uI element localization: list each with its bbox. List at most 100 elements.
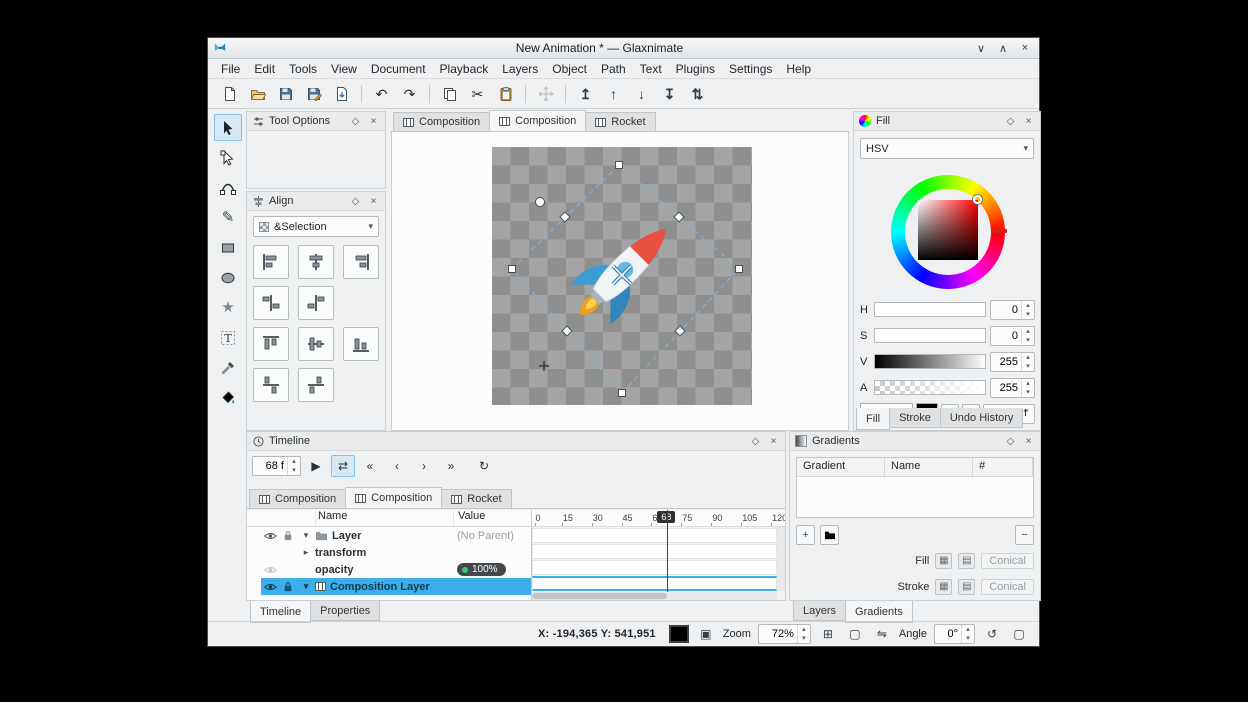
- timeline-tab-rocket[interactable]: Rocket: [441, 489, 511, 508]
- current-color-indicator[interactable]: [669, 625, 689, 643]
- cut-button[interactable]: ✂: [464, 81, 491, 106]
- color-picker-tool[interactable]: [214, 354, 242, 381]
- record-button[interactable]: ↻: [472, 455, 496, 477]
- align-hcenter-button[interactable]: [298, 245, 334, 279]
- alpha-value[interactable]: [991, 379, 1021, 397]
- play-button[interactable]: ▶: [304, 455, 328, 477]
- expand-toggle[interactable]: ▸: [297, 544, 315, 561]
- next-frame-button[interactable]: ›: [412, 455, 436, 477]
- parent-value[interactable]: (No Parent): [453, 527, 531, 544]
- saturation-slider[interactable]: [874, 328, 986, 343]
- redo-button[interactable]: ↷: [396, 81, 423, 106]
- spin-down-icon[interactable]: ▾: [288, 466, 300, 475]
- menu-edit[interactable]: Edit: [247, 61, 282, 77]
- canvas-artwork[interactable]: [492, 147, 752, 405]
- value-spinbox[interactable]: ▴▾: [990, 352, 1035, 372]
- alpha-spinbox[interactable]: ▴▾: [990, 378, 1035, 398]
- angle-value[interactable]: [935, 625, 961, 643]
- menu-view[interactable]: View: [324, 61, 364, 77]
- angle-spinbox[interactable]: ▴▾: [934, 624, 975, 644]
- menu-tools[interactable]: Tools: [282, 61, 324, 77]
- align-top-outside-button[interactable]: [253, 368, 289, 402]
- reset-view-button[interactable]: ▢: [1009, 624, 1029, 644]
- open-gradient-button[interactable]: [820, 525, 839, 545]
- remove-gradient-button[interactable]: −: [1015, 525, 1034, 545]
- tab-properties[interactable]: Properties: [310, 601, 380, 621]
- tab-layers[interactable]: Layers: [793, 601, 846, 621]
- composition-layer-row[interactable]: ▾ Composition Layer: [247, 578, 531, 595]
- raise-to-top-button[interactable]: ↥: [572, 81, 599, 106]
- value-slider[interactable]: [874, 354, 986, 369]
- timeline-tab-composition-1[interactable]: Composition: [249, 489, 346, 508]
- tool-options-header[interactable]: Tool Options ◇ ×: [247, 112, 385, 131]
- align-vcenter-button[interactable]: [298, 327, 334, 361]
- float-dock-icon[interactable]: ◇: [349, 196, 362, 207]
- spin-down-icon[interactable]: ▾: [1022, 310, 1034, 319]
- spin-down-icon[interactable]: ▾: [962, 634, 974, 643]
- menu-layers[interactable]: Layers: [495, 61, 545, 77]
- lock-toggle[interactable]: [279, 578, 297, 595]
- close-dock-icon[interactable]: ×: [1022, 436, 1035, 447]
- paste-button[interactable]: [492, 81, 519, 106]
- lower-button[interactable]: ↓: [628, 81, 655, 106]
- menu-settings[interactable]: Settings: [722, 61, 779, 77]
- alpha-slider[interactable]: [874, 380, 986, 395]
- zoom-spinbox[interactable]: ▴▾: [758, 624, 811, 644]
- saturation-spinbox[interactable]: ▴▾: [990, 326, 1035, 346]
- align-bottom-outside-button[interactable]: [298, 368, 334, 402]
- save-button[interactable]: [272, 81, 299, 106]
- saturation-value-square[interactable]: [918, 200, 978, 260]
- tab-timeline[interactable]: Timeline: [250, 601, 311, 623]
- timeline-tab-composition-2[interactable]: Composition: [345, 487, 442, 508]
- gradients-list[interactable]: [797, 477, 1033, 517]
- target-button[interactable]: ▣: [696, 624, 716, 644]
- canvas-tab-rocket[interactable]: Rocket: [585, 112, 655, 131]
- new-document-button[interactable]: [216, 81, 243, 106]
- spin-down-icon[interactable]: ▾: [1022, 388, 1034, 397]
- menu-document[interactable]: Document: [364, 61, 433, 77]
- add-gradient-button[interactable]: +: [796, 525, 815, 545]
- close-dock-icon[interactable]: ×: [367, 196, 380, 207]
- tab-undo-history[interactable]: Undo History: [940, 408, 1024, 428]
- align-right-outside-button[interactable]: [298, 286, 334, 320]
- spin-down-icon[interactable]: ▾: [1022, 362, 1034, 371]
- spin-up-icon[interactable]: ▴: [1022, 379, 1034, 388]
- zoom-original-button[interactable]: ▢: [845, 624, 865, 644]
- align-right-button[interactable]: [343, 245, 379, 279]
- expand-toggle[interactable]: ▾: [297, 578, 315, 595]
- spin-down-icon[interactable]: ▾: [798, 634, 810, 643]
- composition-layer-track[interactable]: [532, 576, 777, 591]
- menu-help[interactable]: Help: [779, 61, 818, 77]
- spin-down-icon[interactable]: ▾: [1022, 336, 1034, 345]
- canvas-tab-composition-1[interactable]: Composition: [393, 112, 490, 131]
- spin-up-icon[interactable]: ▴: [798, 625, 810, 634]
- hue-slider[interactable]: [874, 302, 986, 317]
- menu-playback[interactable]: Playback: [433, 61, 496, 77]
- draw-tool[interactable]: ✎: [214, 204, 242, 231]
- close-button[interactable]: ×: [1017, 42, 1033, 54]
- undo-button[interactable]: ↶: [368, 81, 395, 106]
- visibility-toggle[interactable]: [261, 527, 279, 544]
- align-bottom-button[interactable]: [343, 327, 379, 361]
- open-document-button[interactable]: [244, 81, 271, 106]
- text-tool[interactable]: T: [214, 324, 242, 351]
- tracks[interactable]: [532, 527, 777, 591]
- menu-file[interactable]: File: [214, 61, 247, 77]
- star-tool[interactable]: ★: [214, 294, 242, 321]
- opacity-badge[interactable]: 100%: [457, 563, 506, 576]
- menu-object[interactable]: Object: [545, 61, 594, 77]
- first-frame-button[interactable]: «: [358, 455, 382, 477]
- bezier-tool[interactable]: [214, 174, 242, 201]
- timeline-header[interactable]: Timeline ◇ ×: [247, 432, 785, 451]
- copy-button[interactable]: [436, 81, 463, 106]
- spin-up-icon[interactable]: ▴: [1022, 327, 1034, 336]
- reset-rotation-button[interactable]: ↺: [982, 624, 1002, 644]
- align-relative-to-select[interactable]: &Selection ▾: [253, 216, 379, 237]
- fill-gradient-a-button[interactable]: ▦: [935, 553, 952, 569]
- zoom-value[interactable]: [759, 625, 797, 643]
- export-button[interactable]: [328, 81, 355, 106]
- edit-nodes-tool[interactable]: [214, 144, 242, 171]
- lower-to-bottom-button[interactable]: ↧: [656, 81, 683, 106]
- rectangle-tool[interactable]: [214, 234, 242, 261]
- horizontal-scrollbar[interactable]: [532, 592, 777, 600]
